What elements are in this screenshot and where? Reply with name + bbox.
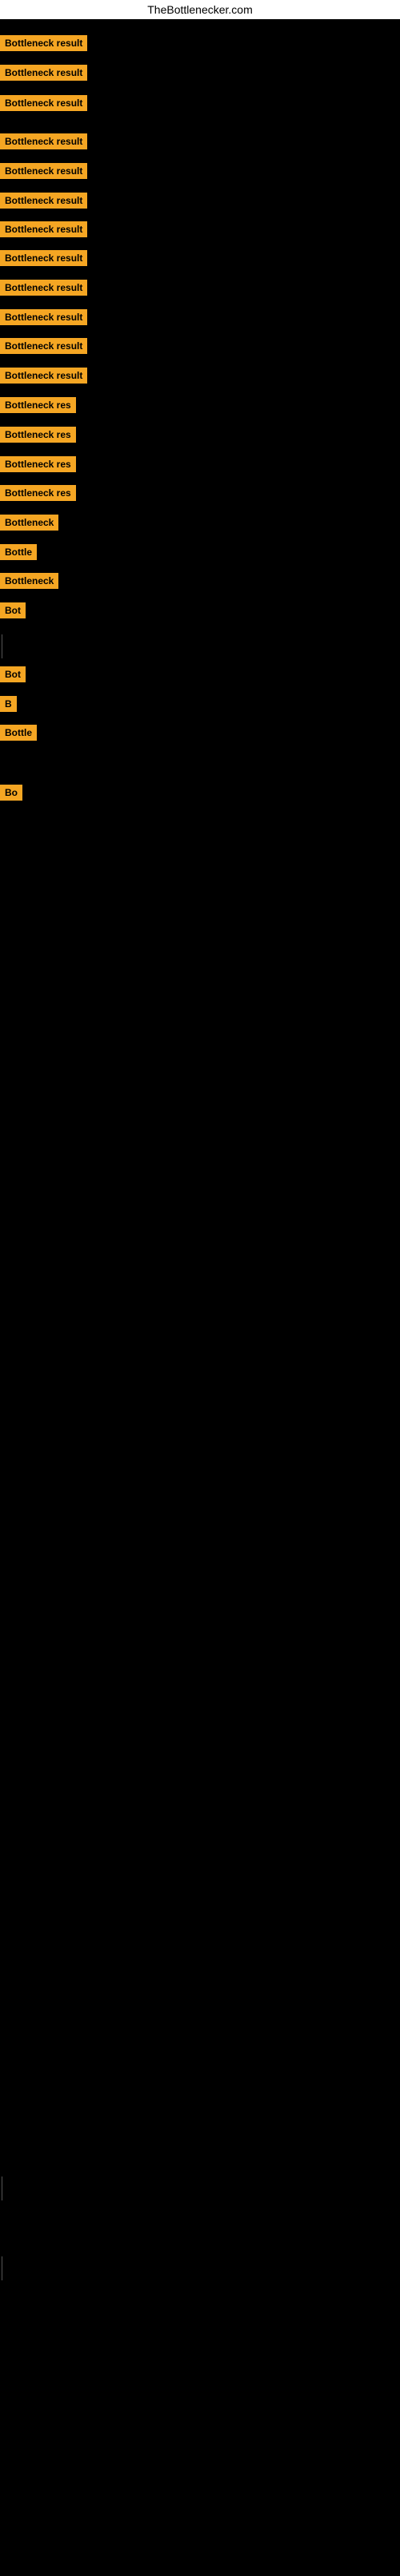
bottleneck-result-label-8: Bottleneck result [0,250,87,266]
bottleneck-result-label-17: Bottleneck [0,515,58,531]
bottleneck-result-label-24: Bottle [0,725,37,741]
bottleneck-result-label-12: Bottleneck result [0,368,87,384]
bottleneck-result-label-18: Bottle [0,544,37,560]
bottleneck-result-label-5: Bottleneck result [0,163,87,179]
bottleneck-result-label-4: Bottleneck result [0,133,87,149]
bottleneck-result-label-2: Bottleneck result [0,65,87,81]
bottleneck-result-label-23: B [0,696,17,712]
bottleneck-result-label-3: Bottleneck result [0,95,87,111]
bottleneck-result-label-13: Bottleneck res [0,397,76,413]
bottleneck-result-label-14: Bottleneck res [0,427,76,443]
bottleneck-result-label-26: Bo [0,785,22,801]
bottleneck-result-label-10: Bottleneck result [0,309,87,325]
bottleneck-result-label-7: Bottleneck result [0,221,87,237]
bottleneck-result-label-1: Bottleneck result [0,35,87,51]
bottleneck-result-label-20: Bot [0,602,26,618]
bottleneck-result-label-16: Bottleneck res [0,485,76,501]
bottleneck-result-label-11: Bottleneck result [0,338,87,354]
site-title: TheBottlenecker.com [0,0,400,19]
bottleneck-result-label-22: Bot [0,666,26,682]
bottleneck-result-label-15: Bottleneck res [0,456,76,472]
bottleneck-result-label-9: Bottleneck result [0,280,87,296]
bottleneck-result-label-19: Bottleneck [0,573,58,589]
bottleneck-result-label-6: Bottleneck result [0,193,87,209]
